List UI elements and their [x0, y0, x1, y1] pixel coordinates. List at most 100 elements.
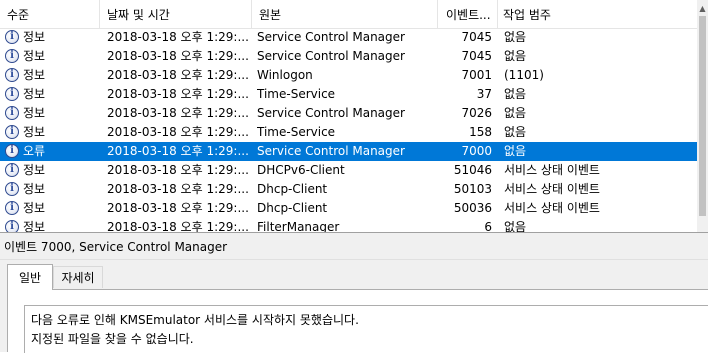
level-cell: 정보	[23, 182, 46, 196]
level-cell: 정보	[23, 30, 46, 44]
category-cell: 없음	[504, 125, 527, 139]
date-cell: 2018-03-18 오후 1:29:...	[107, 125, 249, 139]
info-circle-icon: i	[5, 144, 19, 158]
column-header-level[interactable]: 수준	[7, 0, 97, 28]
event-id-cell: 6	[484, 220, 492, 232]
category-cell: 서비스 상태 이벤트	[504, 201, 600, 215]
table-row[interactable]: i 정보 2018-03-18 오후 1:29:... DHCPv6-Client 51…	[0, 161, 697, 180]
category-cell: 없음	[504, 87, 527, 101]
info-circle-icon: i	[5, 201, 19, 215]
date-cell: 2018-03-18 오후 1:29:...	[107, 106, 249, 120]
description-line-2: 지정된 파일을 찾을 수 없습니다.	[31, 332, 194, 346]
row-icon-cell: i	[4, 161, 21, 180]
table-row[interactable]: i 정보 2018-03-18 오후 1:29:... Winlogon 7001 (11…	[0, 66, 697, 85]
source-cell: FilterManager	[257, 220, 340, 232]
info-circle-icon: i	[5, 68, 19, 82]
row-icon-cell: i	[4, 66, 21, 85]
column-header-event-id[interactable]: 이벤트...	[446, 0, 496, 28]
row-icon-cell: i	[4, 142, 21, 161]
source-cell: Service Control Manager	[257, 49, 405, 63]
table-row[interactable]: i 정보 2018-03-18 오후 1:29:... Dhcp-Client 5003…	[0, 199, 697, 218]
info-circle-icon: i	[5, 125, 19, 139]
date-cell: 2018-03-18 오후 1:29:...	[107, 144, 249, 158]
table-row[interactable]: i 정보 2018-03-18 오후 1:29:... Service Control…	[0, 47, 697, 66]
table-row[interactable]: i 정보 2018-03-18 오후 1:29:... FilterManager 6 없…	[0, 218, 697, 232]
source-cell: Dhcp-Client	[257, 201, 328, 215]
row-icon-cell: i	[4, 180, 21, 199]
level-cell: 정보	[23, 87, 46, 101]
general-tab-panel: 다음 오류로 인해 KMSEmulator 서비스를 시작하지 못했습니다. 지…	[7, 289, 708, 353]
source-cell: Service Control Manager	[257, 144, 405, 158]
row-icon-cell: i	[4, 85, 21, 104]
table-row[interactable]: i 정보 2018-03-18 오후 1:29:... Service Control…	[0, 28, 697, 47]
table-row[interactable]: i 오류 2018-03-18 오후 1:29:... Service Control…	[0, 142, 697, 161]
info-circle-icon: i	[5, 182, 19, 196]
date-cell: 2018-03-18 오후 1:29:...	[107, 220, 249, 232]
event-id-cell: 50036	[453, 201, 492, 215]
date-cell: 2018-03-18 오후 1:29:...	[107, 68, 249, 82]
column-header-row: 수준 날짜 및 시간 원본 이벤트... 작업 범주	[0, 0, 708, 29]
date-cell: 2018-03-18 오후 1:29:...	[107, 30, 249, 44]
category-cell: 없음	[504, 220, 527, 232]
source-cell: DHCPv6-Client	[257, 163, 345, 177]
category-cell: 서비스 상태 이벤트	[504, 182, 600, 196]
detail-divider	[0, 259, 708, 260]
level-cell: 정보	[23, 68, 46, 82]
tab-details[interactable]: 자세히	[53, 266, 103, 288]
table-row[interactable]: i 정보 2018-03-18 오후 1:29:... Time-Service 158…	[0, 123, 697, 142]
scroll-up-icon[interactable]: ▲	[698, 4, 707, 13]
row-icon-cell: i	[4, 218, 21, 232]
column-header-category[interactable]: 작업 범주	[503, 0, 693, 28]
event-id-cell: 51046	[453, 163, 492, 177]
level-cell: 정보	[23, 163, 46, 177]
event-id-cell: 7045	[461, 30, 492, 44]
event-description-box[interactable]: 다음 오류로 인해 KMSEmulator 서비스를 시작하지 못했습니다. 지…	[24, 305, 708, 353]
event-id-cell: 37	[476, 87, 492, 101]
event-list[interactable]: 수준 날짜 및 시간 원본 이벤트... 작업 범주 i 정보 2018-03-18…	[0, 0, 708, 232]
description-line-1: 다음 오류로 인해 KMSEmulator 서비스를 시작하지 못했습니다.	[31, 313, 359, 327]
source-cell: Time-Service	[257, 87, 336, 101]
row-icon-cell: i	[4, 28, 21, 47]
date-cell: 2018-03-18 오후 1:29:...	[107, 201, 249, 215]
info-circle-icon: i	[5, 220, 19, 232]
info-circle-icon: i	[5, 49, 19, 63]
event-detail-pane: 이벤트 7000, Service Control Manager 일반 자세히…	[0, 237, 708, 353]
level-cell: 정보	[23, 220, 46, 232]
table-row[interactable]: i 정보 2018-03-18 오후 1:29:... Dhcp-Client 5010…	[0, 180, 697, 199]
row-icon-cell: i	[4, 123, 21, 142]
level-cell: 정보	[23, 49, 46, 63]
category-cell: 서비스 상태 이벤트	[504, 163, 600, 177]
info-circle-icon: i	[5, 30, 19, 44]
table-row[interactable]: i 정보 2018-03-18 오후 1:29:... Time-Service 37 없…	[0, 85, 697, 104]
info-circle-icon: i	[5, 163, 19, 177]
source-cell: Service Control Manager	[257, 106, 405, 120]
source-cell: Time-Service	[257, 125, 336, 139]
source-cell: Winlogon	[257, 68, 313, 82]
date-cell: 2018-03-18 오후 1:29:...	[107, 87, 249, 101]
category-cell: 없음	[504, 30, 527, 44]
info-circle-icon: i	[5, 87, 19, 101]
row-icon-cell: i	[4, 104, 21, 123]
event-id-cell: 7000	[461, 144, 492, 158]
info-circle-icon: i	[5, 106, 19, 120]
category-cell: 없음	[504, 49, 527, 63]
source-cell: Dhcp-Client	[257, 182, 328, 196]
row-icon-cell: i	[4, 199, 21, 218]
row-icon-cell: i	[4, 47, 21, 66]
level-cell: 정보	[23, 106, 46, 120]
table-row[interactable]: i 정보 2018-03-18 오후 1:29:... Service Control…	[0, 104, 697, 123]
event-detail-title: 이벤트 7000, Service Control Manager	[4, 240, 228, 254]
source-cell: Service Control Manager	[257, 30, 405, 44]
event-id-cell: 7045	[461, 49, 492, 63]
level-cell: 오류	[23, 144, 46, 158]
column-header-date[interactable]: 날짜 및 시간	[107, 0, 247, 28]
level-cell: 정보	[23, 201, 46, 215]
event-id-cell: 50103	[453, 182, 492, 196]
date-cell: 2018-03-18 오후 1:29:...	[107, 49, 249, 63]
tab-general[interactable]: 일반	[7, 264, 53, 290]
category-cell: 없음	[504, 106, 527, 120]
scrollbar-thumb[interactable]	[699, 16, 706, 216]
column-header-source[interactable]: 원본	[259, 0, 434, 28]
event-id-cell: 7026	[461, 106, 492, 120]
vertical-scrollbar[interactable]: ▲	[697, 0, 708, 232]
